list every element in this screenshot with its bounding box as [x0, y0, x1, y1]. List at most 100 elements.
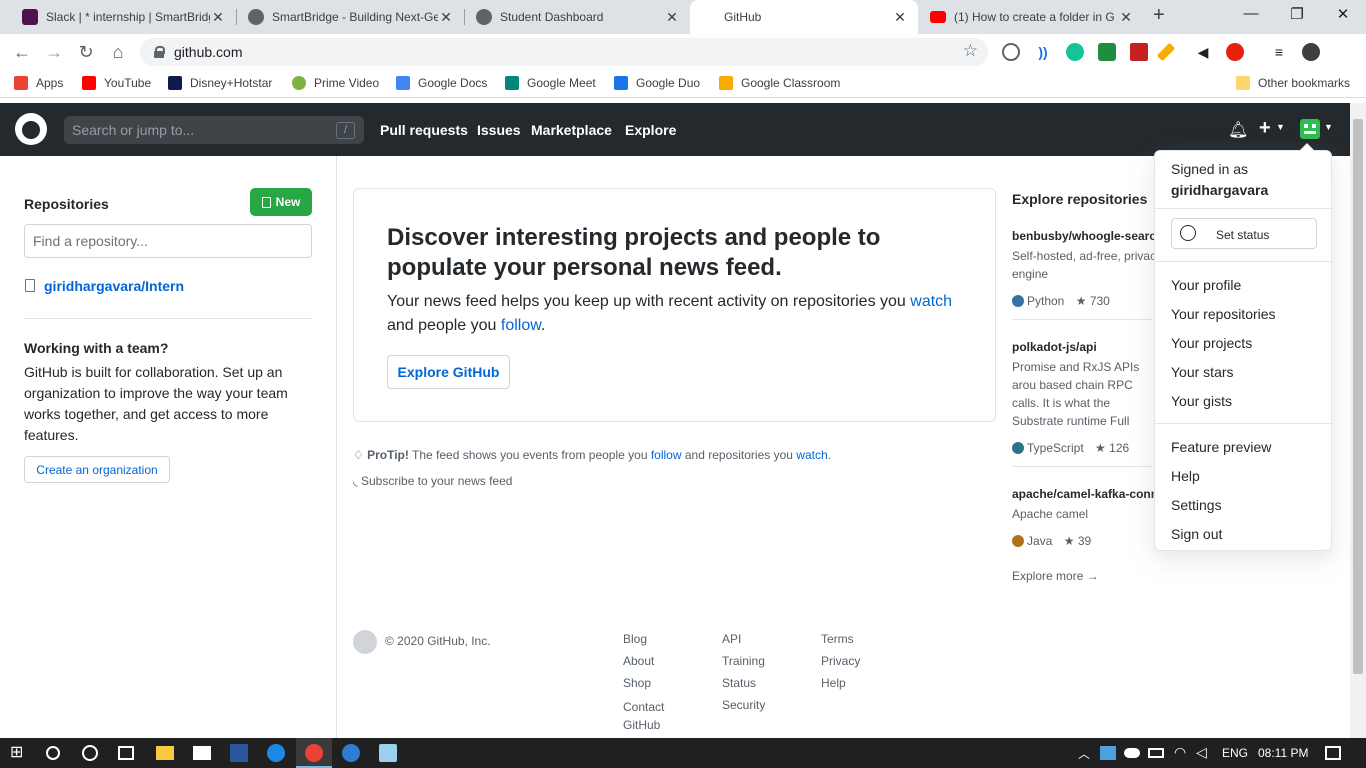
volume-icon[interactable]: ◁	[1196, 744, 1207, 761]
onedrive-icon[interactable]	[1124, 748, 1140, 758]
speedometer-extension-icon[interactable]	[1002, 43, 1020, 61]
nav-explore[interactable]: Explore	[625, 122, 676, 138]
follow-link[interactable]: follow	[651, 448, 682, 462]
browser-tab-active[interactable]: GitHub ✕	[690, 0, 918, 34]
menu-item-your-profile[interactable]: Your profile	[1171, 277, 1241, 293]
explore-repo-name[interactable]: benbusby/whoogle-search	[1012, 229, 1162, 243]
footer-link[interactable]: Help	[821, 676, 846, 690]
footer-link[interactable]: Training	[722, 654, 765, 668]
bookmark-item[interactable]: Google Classroom	[719, 76, 840, 90]
task-view-icon[interactable]	[118, 746, 134, 760]
explore-repo-name[interactable]: polkadot-js/api	[1012, 340, 1162, 354]
footer-link[interactable]: API	[722, 632, 741, 646]
search-input[interactable]	[64, 116, 364, 144]
menu-item-your-repositories[interactable]: Your repositories	[1171, 306, 1276, 322]
close-tab-icon[interactable]: ✕	[438, 9, 454, 26]
vpn-icon[interactable]	[342, 744, 360, 762]
close-tab-icon[interactable]: ✕	[892, 9, 908, 26]
wifi-icon[interactable]: ◠	[1174, 744, 1186, 761]
bookmark-item[interactable]: YouTube	[82, 76, 151, 90]
search-icon[interactable]	[46, 746, 60, 760]
nav-issues[interactable]: Issues	[477, 122, 521, 138]
menu-item-sign-out[interactable]: Sign out	[1171, 526, 1222, 542]
speaker-icon[interactable]: ◀	[1194, 43, 1212, 61]
footer-link[interactable]: Blog	[623, 632, 647, 646]
grammarly-icon[interactable]	[1066, 43, 1084, 61]
explore-more-link[interactable]: Explore more →	[1012, 569, 1099, 583]
menu-item-your-projects[interactable]: Your projects	[1171, 335, 1252, 351]
home-icon[interactable]: ⌂	[106, 40, 130, 64]
nav-pull-requests[interactable]: Pull requests	[380, 122, 468, 138]
page-scrollbar[interactable]	[1350, 103, 1366, 738]
watch-link[interactable]: watch	[910, 293, 952, 310]
tray-chevron-icon[interactable]: ︿	[1078, 745, 1090, 762]
cortana-icon[interactable]	[82, 745, 98, 761]
plus-icon[interactable]: +	[1259, 117, 1271, 140]
footer-link[interactable]: Contact GitHub	[623, 698, 673, 734]
repository-link[interactable]: giridhargavara/Intern	[44, 278, 184, 294]
windows-start-icon[interactable]: ⊞	[10, 744, 28, 762]
nav-marketplace[interactable]: Marketplace	[531, 122, 612, 138]
forward-arrow-icon[interactable]: →	[42, 40, 66, 64]
explore-github-button[interactable]: Explore GitHub	[387, 355, 510, 389]
highlighter-icon[interactable]	[1156, 42, 1176, 62]
browser-tab[interactable]: SmartBridge - Building Next-Gen ✕	[238, 0, 464, 34]
file-explorer-icon[interactable]	[156, 746, 174, 760]
bookmark-star-icon[interactable]: ☆	[963, 41, 978, 61]
menu-item-your-stars[interactable]: Your stars	[1171, 364, 1234, 380]
footer-link[interactable]: Security	[722, 698, 765, 712]
back-arrow-icon[interactable]: ←	[10, 40, 34, 64]
footer-link[interactable]: About	[623, 654, 654, 668]
red-square-extension-icon[interactable]	[1130, 43, 1148, 61]
github-footer-logo-icon[interactable]	[353, 630, 377, 654]
close-tab-icon[interactable]: ✕	[664, 9, 680, 26]
notifications-icon[interactable]	[1325, 746, 1341, 760]
adblock-icon[interactable]	[1226, 43, 1244, 61]
profile-avatar-icon[interactable]	[1302, 43, 1320, 61]
address-bar[interactable]: github.com ☆	[140, 38, 988, 66]
notepad-icon[interactable]	[379, 744, 397, 762]
find-repository-input[interactable]	[24, 224, 312, 258]
watch-link[interactable]: watch	[796, 448, 827, 462]
menu-item-settings[interactable]: Settings	[1171, 497, 1222, 513]
chevron-down-icon[interactable]: ▼	[1324, 122, 1333, 132]
close-tab-icon[interactable]: ✕	[1118, 9, 1134, 26]
new-repository-button[interactable]: New	[250, 188, 312, 216]
scrollbar-thumb[interactable]	[1353, 119, 1363, 674]
bookmark-item[interactable]: Apps	[14, 76, 63, 90]
menu-item-your-gists[interactable]: Your gists	[1171, 393, 1232, 409]
chevron-down-icon[interactable]: ▼	[1276, 122, 1285, 132]
language-indicator[interactable]: ENG	[1222, 746, 1248, 760]
tray-app-icon[interactable]	[1100, 746, 1116, 760]
avatar[interactable]	[1300, 119, 1320, 139]
browser-tab[interactable]: (1) How to create a folder in G ✕	[920, 0, 1144, 34]
explore-repo-name[interactable]: apache/camel-kafka-conn	[1012, 487, 1162, 501]
set-status-button[interactable]: Set status	[1171, 218, 1317, 249]
bookmark-item[interactable]: Google Duo	[614, 76, 700, 90]
minimize-button[interactable]: —	[1228, 5, 1274, 22]
github-logo-icon[interactable]	[15, 113, 47, 145]
footer-link[interactable]: Status	[722, 676, 756, 690]
subscribe-feed-link[interactable]: ◟ Subscribe to your news feed	[353, 474, 512, 488]
menu-item-feature-preview[interactable]: Feature preview	[1171, 439, 1271, 455]
close-window-button[interactable]: ✕	[1320, 5, 1366, 23]
word-icon[interactable]	[230, 744, 248, 762]
browser-tab[interactable]: Student Dashboard ✕	[466, 0, 690, 34]
menu-item-help[interactable]: Help	[1171, 468, 1200, 484]
footer-link[interactable]: Terms	[821, 632, 854, 646]
bell-icon[interactable]: 🔔︎	[1228, 120, 1248, 140]
clock[interactable]: 08:11 PM	[1258, 746, 1308, 760]
battery-icon[interactable]	[1148, 748, 1164, 758]
bookmark-item[interactable]: Disney+Hotstar	[168, 76, 272, 90]
bookmark-item[interactable]: Google Docs	[396, 76, 487, 90]
follow-link[interactable]: follow	[501, 317, 541, 334]
footer-link[interactable]: Shop	[623, 676, 651, 690]
edge-icon[interactable]	[267, 744, 285, 762]
audio-extension-icon[interactable]: ))	[1034, 43, 1052, 61]
chrome-icon[interactable]	[305, 744, 323, 762]
reload-icon[interactable]: ↻	[74, 40, 98, 64]
browser-tab[interactable]: Slack | * internship | SmartBridge ✕	[12, 0, 236, 34]
new-tab-button[interactable]: +	[1153, 4, 1165, 27]
shield-extension-icon[interactable]	[1098, 43, 1116, 61]
media-queue-icon[interactable]: ≡	[1270, 43, 1288, 61]
